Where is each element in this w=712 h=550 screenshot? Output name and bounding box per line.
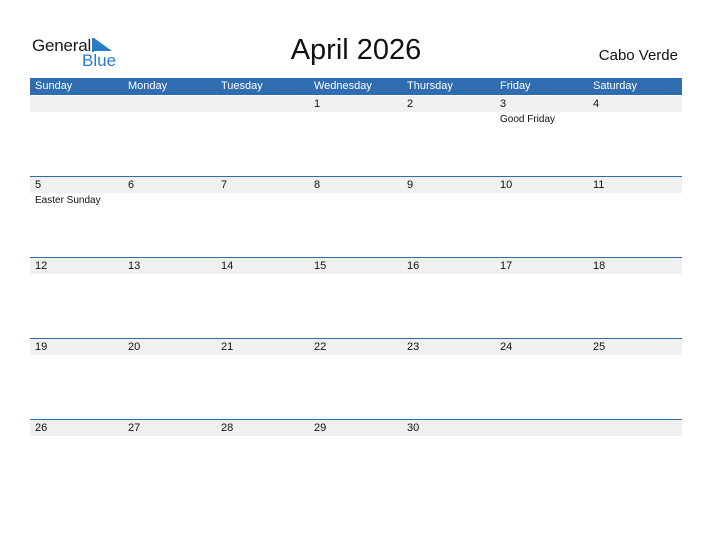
day-cell: 22 [309, 339, 402, 420]
day-number: 25 [593, 341, 606, 353]
week-row: 19 20 21 22 23 24 25 [30, 338, 682, 420]
day-cell: 19 [30, 339, 123, 420]
day-cell: 29 [309, 420, 402, 501]
week-row: 1 2 3 Good Friday 4 [30, 96, 682, 177]
day-number: 11 [593, 179, 605, 191]
day-cell [123, 96, 216, 177]
day-cell: 23 [402, 339, 495, 420]
day-cell: 30 [402, 420, 495, 501]
day-number: 10 [500, 179, 513, 191]
week-row: 26 27 28 29 30 [30, 419, 682, 501]
week-cells: 19 20 21 22 23 24 25 [30, 339, 682, 420]
country-label: Cabo Verde [598, 47, 678, 64]
day-number: 9 [407, 179, 414, 191]
day-number: 29 [314, 422, 327, 434]
day-number: 2 [407, 98, 414, 110]
day-cell: 20 [123, 339, 216, 420]
day-number: 12 [35, 260, 48, 272]
weekday-sunday: Sunday [35, 80, 73, 92]
day-number: 4 [593, 98, 600, 110]
weekday-monday: Monday [128, 80, 168, 92]
day-cell: 24 [495, 339, 588, 420]
day-number: 18 [593, 260, 606, 272]
weekday-thursday: Thursday [407, 80, 453, 92]
day-number: 23 [407, 341, 420, 353]
day-cell: 8 [309, 177, 402, 258]
day-cell: 14 [216, 258, 309, 339]
holiday-label: Easter Sunday [35, 195, 101, 206]
day-cell: 17 [495, 258, 588, 339]
day-cell: 26 [30, 420, 123, 501]
day-cell: 13 [123, 258, 216, 339]
weekday-header: Sunday Monday Tuesday Wednesday Thursday… [30, 78, 682, 95]
day-number: 8 [314, 179, 321, 191]
week-row: 12 13 14 15 16 17 18 [30, 257, 682, 339]
day-number: 30 [407, 422, 420, 434]
weekday-tuesday: Tuesday [221, 80, 263, 92]
day-cell: 15 [309, 258, 402, 339]
week-cells: 5 Easter Sunday 6 7 8 9 10 11 [30, 177, 682, 258]
day-cell: 5 Easter Sunday [30, 177, 123, 258]
day-cell: 7 [216, 177, 309, 258]
day-cell [495, 420, 588, 501]
weekday-wednesday: Wednesday [314, 80, 372, 92]
day-cell: 9 [402, 177, 495, 258]
day-number: 5 [35, 179, 42, 191]
day-number: 1 [314, 98, 321, 110]
day-number: 26 [35, 422, 48, 434]
week-cells: 26 27 28 29 30 [30, 420, 682, 501]
day-cell: 28 [216, 420, 309, 501]
day-number: 14 [221, 260, 234, 272]
day-number: 3 [500, 98, 507, 110]
day-number: 19 [35, 341, 48, 353]
day-cell: 18 [588, 258, 681, 339]
weekday-friday: Friday [500, 80, 531, 92]
week-cells: 1 2 3 Good Friday 4 [30, 96, 682, 177]
day-cell: 2 [402, 96, 495, 177]
week-row: 5 Easter Sunday 6 7 8 9 10 11 [30, 176, 682, 258]
day-number: 24 [500, 341, 513, 353]
day-cell: 10 [495, 177, 588, 258]
day-number: 7 [221, 179, 228, 191]
weekday-saturday: Saturday [593, 80, 638, 92]
day-cell [588, 420, 681, 501]
day-cell: 6 [123, 177, 216, 258]
day-cell [216, 96, 309, 177]
day-cell [30, 96, 123, 177]
day-cell: 4 [588, 96, 681, 177]
day-number: 28 [221, 422, 234, 434]
day-number: 20 [128, 341, 141, 353]
day-cell: 12 [30, 258, 123, 339]
day-cell: 21 [216, 339, 309, 420]
day-number: 15 [314, 260, 327, 272]
day-cell: 1 [309, 96, 402, 177]
day-cell: 11 [588, 177, 681, 258]
week-cells: 12 13 14 15 16 17 18 [30, 258, 682, 339]
day-cell: 25 [588, 339, 681, 420]
day-number: 13 [128, 260, 141, 272]
day-number: 6 [128, 179, 135, 191]
day-number: 22 [314, 341, 327, 353]
day-number: 27 [128, 422, 141, 434]
day-cell: 27 [123, 420, 216, 501]
day-number: 16 [407, 260, 420, 272]
day-cell: 16 [402, 258, 495, 339]
holiday-label: Good Friday [500, 114, 556, 125]
day-cell: 3 Good Friday [495, 96, 588, 177]
day-number: 21 [221, 341, 234, 353]
day-number: 17 [500, 260, 513, 272]
